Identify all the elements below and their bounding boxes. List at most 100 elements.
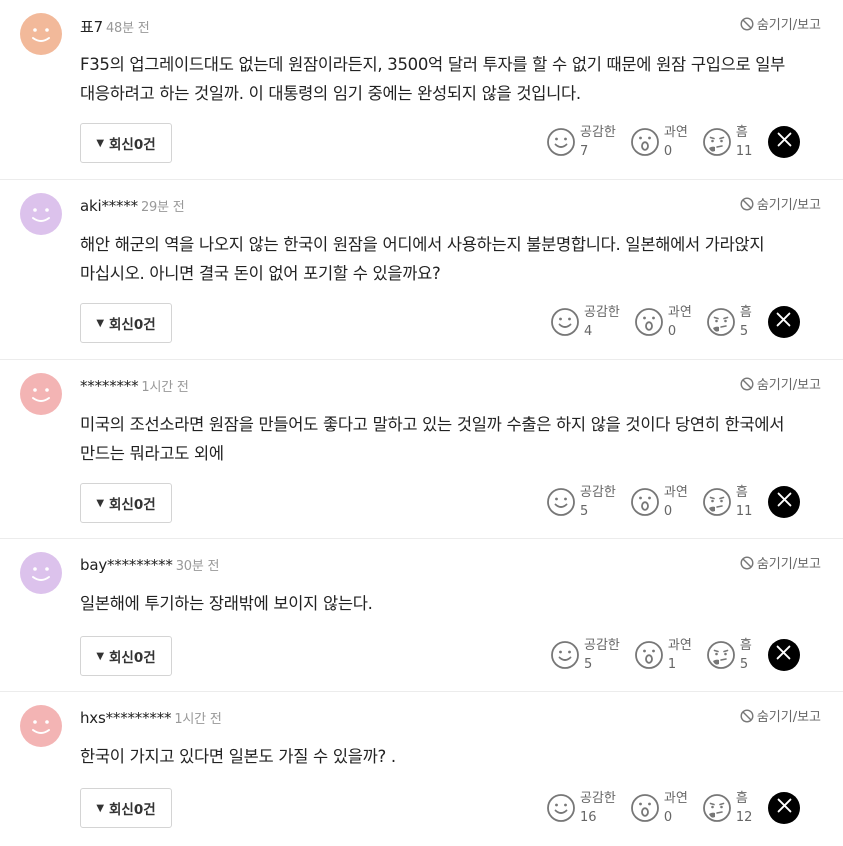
reaction-count: 16 [580,810,597,825]
reaction-bar: 공감한 16 과연 0 흠 12 [546,788,801,828]
caret-down-icon: ▼ [96,317,105,329]
author-name: 표7 [80,18,103,36]
hide-report-link[interactable]: 숨기기/보고 [740,14,821,33]
reaction-label: 흠 [739,638,752,653]
surprised-face-icon [634,307,664,337]
reaction-text: 공감한 5 [584,636,620,674]
reaction-text: 과연 0 [668,303,692,341]
hide-report-label: 숨기기/보고 [756,557,821,572]
reaction-count: 1 [667,657,677,672]
caret-down-icon: ▼ [96,802,105,814]
reaction-indeed-button[interactable]: 과연 1 [634,636,692,674]
avatar [20,552,62,594]
author-name: aki***** [80,197,138,215]
reaction-text: 흠 11 [736,483,753,521]
reaction-like-button[interactable]: 공감한 4 [550,303,620,341]
reply-button[interactable]: ▼ 회신0건 [80,123,172,163]
reaction-hmm-button[interactable]: 흠 11 [702,123,753,161]
hide-report-link[interactable]: 숨기기/보고 [740,374,821,393]
reaction-label: 흠 [735,485,748,500]
reaction-count: 5 [580,504,589,519]
reaction-text: 공감한 4 [584,303,620,341]
surprised-face-icon [630,793,660,823]
reaction-label: 흠 [739,305,752,320]
avatar [20,373,62,415]
x-share-button[interactable] [768,486,801,518]
reaction-label: 공감한 [584,305,620,320]
reaction-text: 과연 0 [664,483,688,521]
thinking-face-icon [702,127,732,157]
reaction-count: 5 [739,324,749,339]
reaction-text: 흠 11 [736,123,753,161]
reaction-like-button[interactable]: 공감한 16 [546,789,616,827]
x-share-button[interactable] [768,126,801,158]
comment-text: 해안 해군의 역을 나오지 않는 한국이 원잠을 어디에서 사용하는지 불분명합… [80,235,765,283]
reaction-count: 11 [735,144,753,159]
avatar [20,193,62,235]
x-logo-icon [776,491,793,513]
reaction-count: 5 [584,657,593,672]
thinking-face-icon [706,307,736,337]
reaction-label: 흠 [735,125,748,140]
reaction-text: 공감한 7 [580,123,616,161]
x-logo-icon [775,644,792,666]
hide-report-link[interactable]: 숨기기/보고 [740,553,821,572]
reaction-indeed-button[interactable]: 과연 0 [630,789,688,827]
comment-item: hxs********* 1시간 전 숨기기/보고 한국이 가지고 있다면 일본도… [0,692,843,846]
reaction-text: 과연 0 [664,789,688,827]
comment-text: 일본해에 투기하는 장래밖에 보이지 않는다. [80,594,373,613]
caret-down-icon: ▼ [96,497,105,509]
reaction-label: 흠 [735,791,748,806]
reaction-bar: 공감한 5 과연 0 흠 11 [546,482,801,522]
reply-button[interactable]: ▼ 회신0건 [80,788,172,828]
avatar [20,13,62,55]
hide-report-label: 숨기기/보고 [756,710,821,725]
reply-button[interactable]: ▼ 회신0건 [80,483,172,523]
x-share-button[interactable] [768,792,801,824]
reaction-like-button[interactable]: 공감한 5 [550,636,620,674]
reaction-hmm-button[interactable]: 흠 11 [702,483,753,521]
reaction-hmm-button[interactable]: 흠5 [706,636,752,674]
reaction-hmm-button[interactable]: 흠5 [706,303,752,341]
reaction-hmm-button[interactable]: 흠 12 [702,789,752,827]
reaction-count: 0 [663,504,673,519]
x-share-button[interactable] [767,639,800,671]
caret-down-icon: ▼ [96,137,105,149]
reaction-text: 과연 0 [664,123,688,161]
hide-report-link[interactable]: 숨기기/보고 [740,194,821,213]
reaction-indeed-button[interactable]: 과연 0 [630,483,688,521]
surprised-face-icon [630,127,660,157]
reaction-count: 4 [584,324,593,339]
hide-report-link[interactable]: 숨기기/보고 [740,706,821,725]
reaction-indeed-button[interactable]: 과연 0 [630,123,688,161]
reaction-label: 공감한 [584,638,620,653]
comment-time: 1시간 전 [174,712,222,727]
comment-time: 1시간 전 [141,380,189,395]
comment-author: 표7 48분 전 [80,16,150,37]
reply-button[interactable]: ▼ 회신0건 [80,636,172,676]
reaction-count: 5 [739,657,749,672]
reaction-label: 과연 [663,485,688,500]
reaction-indeed-button[interactable]: 과연 0 [634,303,692,341]
comment-text: 한국이 가지고 있다면 일본도 가질 수 있을까? . [80,747,396,766]
thinking-face-icon [702,487,732,517]
reaction-label: 과연 [663,125,688,140]
reaction-like-button[interactable]: 공감한 7 [546,123,616,161]
thinking-face-icon [706,640,736,670]
reaction-like-button[interactable]: 공감한 5 [546,483,616,521]
reaction-text: 공감한 5 [580,483,616,521]
author-name: ******** [80,377,139,395]
reply-button[interactable]: ▼ 회신0건 [80,303,172,343]
hide-report-label: 숨기기/보고 [756,378,821,393]
comment-list: 표7 48분 전 숨기기/보고 F35의 업그레이드대도 없는데 원잠이라든지, … [0,0,843,846]
comment-item: 표7 48분 전 숨기기/보고 F35의 업그레이드대도 없는데 원잠이라든지, … [0,0,843,180]
like-face-icon [550,640,580,670]
like-face-icon [550,307,580,337]
comment-item: bay********* 30분 전 숨기기/보고 일본해에 투기하는 장래밖에 … [0,539,843,692]
x-share-button[interactable] [767,306,800,338]
reaction-label: 공감한 [580,485,616,500]
like-face-icon [546,127,576,157]
ban-icon [740,196,754,211]
x-logo-icon [775,311,792,333]
reaction-label: 과연 [667,305,692,320]
